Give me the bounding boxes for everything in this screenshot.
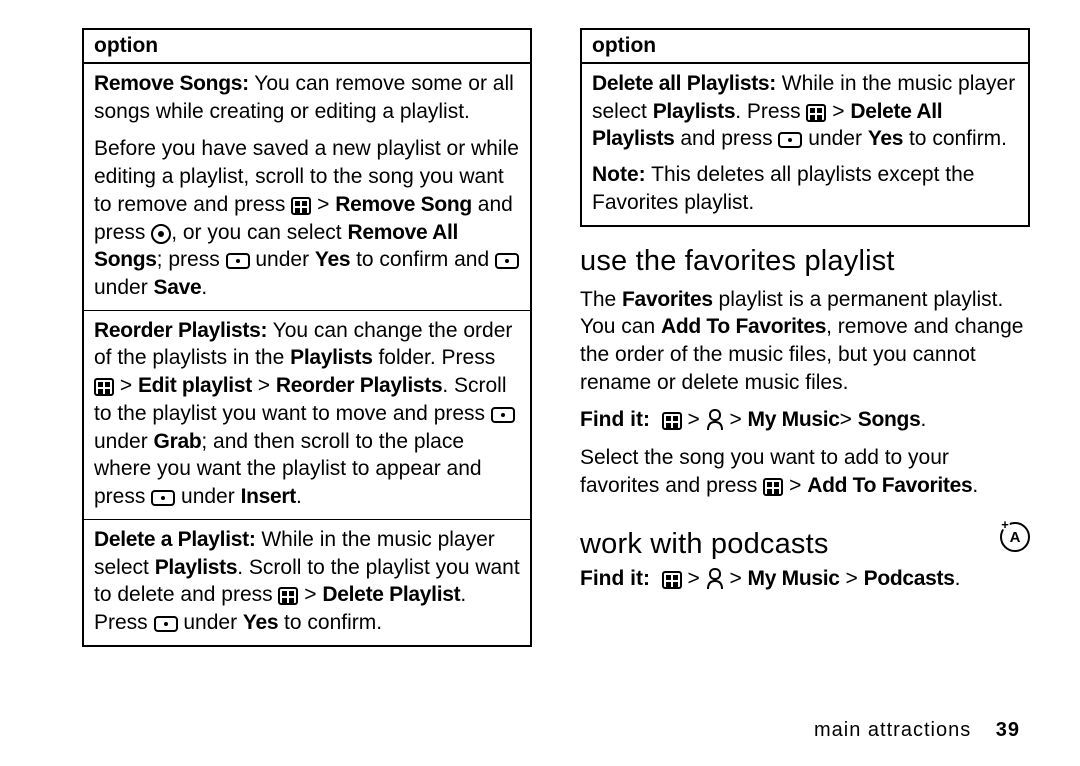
softkey-icon [491,407,515,423]
multimedia-icon [706,409,724,431]
text: under [802,127,867,150]
text: and press [675,127,779,150]
right-column: option Delete all Playlists: While in th… [580,28,1030,736]
section-name: main attractions [814,719,971,741]
label-playlists: Playlists [653,100,736,123]
center-key-icon [151,224,171,244]
gt: > [682,408,706,431]
feature-indicator-icon: A [1000,522,1030,552]
label-yes: Yes [243,611,278,634]
text: . [201,276,207,299]
left-option-table: option Remove Songs: You can remove some… [82,28,532,647]
gt: > [724,567,748,590]
label-my-music: My Music [748,408,840,431]
heading-work-with-podcasts: work with podcasts [580,528,829,561]
label-reorder-playlists: Reorder Playlists [276,374,442,397]
left-table-header: option [83,29,531,63]
label-remove-song: Remove Song [335,193,472,216]
gt: > [682,567,706,590]
gt: > [114,374,138,397]
text: The [580,288,622,311]
menu-icon [662,412,682,430]
manual-page: option Remove Songs: You can remove some… [0,0,1080,766]
row-remove-songs: Remove Songs: You can remove some or all… [83,63,531,310]
lead-reorder: Reorder Playlists: [94,319,267,342]
menu-icon [278,587,298,605]
row-delete-playlist: Delete a Playlist: While in the music pl… [83,519,531,645]
menu-icon [94,378,114,396]
text: . [296,485,302,508]
multimedia-icon [706,568,724,590]
text: . [920,408,926,431]
softkey-icon [495,253,519,269]
text: ; press [157,248,226,271]
label-yes: Yes [868,127,903,150]
text: to confirm. [278,611,382,634]
gt: > [826,100,850,123]
gt: > [724,408,748,431]
menu-icon [763,478,783,496]
page-footer: main attractions 39 [814,719,1020,742]
label-my-music: My Music [748,567,840,590]
text: under [250,248,315,271]
label-favorites: Favorites [622,288,713,311]
note-lead: Note: [592,163,646,186]
heading-podcasts-row: work with podcasts A [580,510,1030,565]
text: under [94,276,154,299]
label-yes: Yes [315,248,350,271]
menu-icon [662,571,682,589]
softkey-icon [778,132,802,148]
label-playlists: Playlists [155,556,238,579]
note-text: This deletes all playlists except the Fa… [592,163,974,214]
text: under [94,430,154,453]
find-it-label: Find it: [580,567,650,590]
softkey-icon [154,616,178,632]
lead-delete-all: Delete all Playlists: [592,72,776,95]
text: under [175,485,240,508]
label-delete-playlist: Delete Playlist [322,583,460,606]
label-insert: Insert [241,485,296,508]
row-delete-all-playlists: Delete all Playlists: While in the music… [581,63,1029,226]
right-table-header: option [581,29,1029,63]
label-podcasts: Podcasts [864,567,955,590]
gt: > [783,474,807,497]
label-add-to-favorites: Add To Favorites [661,315,826,338]
text: to confirm and [350,248,495,271]
text: . Press [735,100,806,123]
gt: > [298,583,322,606]
label-add-to-favorites: Add To Favorites [807,474,972,497]
menu-icon [806,104,826,122]
gt: > [840,408,858,431]
select-song-instruction: Select the song you want to add to your … [580,444,1030,499]
find-it-songs: Find it: > > My Music> Songs. [580,406,1030,434]
gt: > [840,567,864,590]
label-songs: Songs [858,408,921,431]
left-column: option Remove Songs: You can remove some… [82,28,532,736]
row-reorder-playlists: Reorder Playlists: You can change the or… [83,310,531,519]
text: , or you can select [171,221,347,244]
gt: > [252,374,276,397]
text: folder. Press [373,346,496,369]
menu-icon [291,197,311,215]
right-option-table: option Delete all Playlists: While in th… [580,28,1030,227]
text: to confirm. [903,127,1007,150]
text: . [972,474,978,497]
label-save: Save [154,276,202,299]
lead-delete: Delete a Playlist: [94,528,256,551]
find-it-label: Find it: [580,408,650,431]
softkey-icon [151,490,175,506]
label-edit-playlist: Edit playlist [138,374,252,397]
gt: > [311,193,335,216]
text: under [178,611,243,634]
label-grab: Grab [154,430,202,453]
page-number: 39 [996,719,1020,741]
softkey-icon [226,253,250,269]
find-it-podcasts: Find it: > > My Music > Podcasts. [580,565,1030,593]
label-playlists: Playlists [290,346,373,369]
text: . [955,567,961,590]
favorites-description: The Favorites playlist is a permanent pl… [580,286,1030,397]
heading-favorites-playlist: use the favorites playlist [580,245,1030,278]
lead-remove-songs: Remove Songs: [94,72,249,95]
